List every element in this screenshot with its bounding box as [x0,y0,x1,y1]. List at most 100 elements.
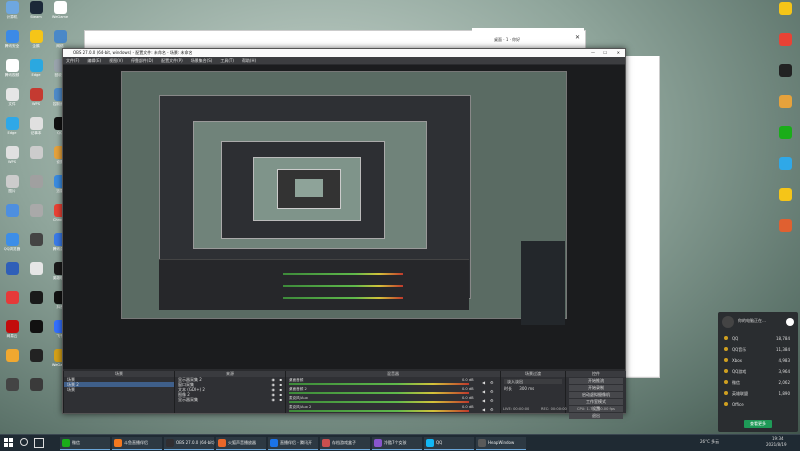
desktop-icon[interactable] [774,188,796,212]
desktop-icon[interactable] [774,2,796,26]
notification-app-icon [724,347,728,351]
menu-item[interactable]: 编辑(E) [87,58,101,63]
control-button[interactable]: 开始推流 [569,378,623,384]
desktop-icon[interactable]: QQ浏览器 [1,233,23,257]
menu-item[interactable]: 配置文件(P) [161,58,183,63]
desktop-icon[interactable] [25,378,47,402]
desktop-icon[interactable] [25,262,47,286]
control-button[interactable]: 开始录制 [569,385,623,391]
taskbar-app-button[interactable]: OBS 27.0.0 (64-bit) [164,437,215,450]
desktop-icon[interactable] [25,175,47,199]
notification-avatar [722,316,734,328]
tray-date[interactable]: 2021/8/19 [766,442,787,447]
desktop-icon[interactable] [1,291,23,315]
duration-value[interactable]: 300 ms [519,386,534,391]
desktop-icon[interactable] [774,219,796,243]
desktop-icon[interactable]: 图片 [1,175,23,199]
desktop-icon[interactable] [25,291,47,315]
transition-duration[interactable]: 时长 300 ms [501,386,565,391]
menu-item[interactable]: 文件(F) [66,58,79,63]
menu-item[interactable]: 工具(T) [220,58,234,63]
desktop-icon[interactable] [1,262,23,286]
eye-icon[interactable]: ◉ [272,397,276,402]
tray-weather[interactable]: 26°C 多云 [700,439,719,445]
control-button[interactable]: 退出 [569,413,623,419]
taskbar-app-button[interactable]: 直播伴侣 - 腾讯开 [268,437,318,450]
taskbar-app-button[interactable]: QQ [424,437,474,450]
desktop-icon[interactable]: 企鹅 [25,30,47,54]
search-icon[interactable] [20,438,28,446]
desktop-icon[interactable]: 网易云 [1,320,23,344]
menu-item[interactable]: 帮助(H) [242,58,256,63]
speaker-icon[interactable]: ◀ [482,380,485,385]
gear-icon[interactable]: ⚙ [490,389,494,394]
taskbar-app-button[interactable]: HeapWindow [476,437,526,450]
desktop-icon[interactable]: Steam [25,1,47,25]
desktop-icon-label: 腾讯视频 [4,73,20,77]
taskbar-app-button[interactable]: 微信 [60,437,110,450]
desktop-icon[interactable] [1,204,23,228]
desktop-icon[interactable] [774,95,796,119]
obs-preview[interactable] [63,65,625,369]
desktop-icon[interactable]: WeGame [49,1,71,25]
taskbar: 微信 斗鱼直播伴侣 OBS 27.0.0 (64-bit) 火狐声音播放器 直播伴侣 -… [0,434,800,451]
source-item[interactable]: 显示器采集 ◉ ▪ [175,397,285,402]
background-window-2[interactable]: 桌面 · 1 · 你好 ✕ [472,28,584,50]
menu-item[interactable]: 场景集合(S) [191,58,213,63]
desktop-icon[interactable] [774,33,796,57]
gear-icon[interactable]: ⚙ [490,380,494,385]
desktop-icon[interactable]: 腾讯安全 [1,30,23,54]
app-icon [5,117,19,130]
speaker-icon[interactable]: ◀ [482,389,485,394]
gear-icon[interactable]: ⚙ [490,398,494,403]
menu-item[interactable]: 视图(V) [109,58,123,63]
view-more-button[interactable]: 查看更多 [744,420,772,428]
speaker-icon[interactable]: ◀ [482,398,485,403]
menu-item[interactable]: 停靠部件(D) [131,58,153,63]
taskbar-app-button[interactable]: 火狐声音播放器 [216,437,266,450]
obs-window[interactable]: OBS 27.0.0 (64-bit, windows) - 配置文件: 未命名… [62,48,626,419]
app-icon [53,1,67,14]
desktop-icon[interactable] [1,349,23,373]
app-icon [29,88,43,101]
taskbar-app-button[interactable]: 存档游戏盒子 [320,437,370,450]
desktop-icon[interactable]: 计算机 [1,1,23,25]
desktop-icon[interactable]: 记事本 [25,117,47,141]
taskbar-app-button[interactable]: 冷酷7个女孩 [372,437,422,450]
desktop-icon[interactable] [25,204,47,228]
tray-time[interactable]: 19:34 [772,436,784,441]
notification-panel[interactable]: 你的电脑正在… QQ 18,784 QQ音乐 11,384 Xbox 4,983 QQ游戏 3… [718,312,798,432]
desktop-icon[interactable] [774,64,796,88]
scene-item[interactable]: 场景 [64,387,174,392]
transition-select[interactable]: 淡入淡出 [504,379,562,384]
desktop-icon[interactable]: 文件 [1,88,23,112]
desktop-icon[interactable] [25,320,47,344]
mixer-dock-title: 混音器 [286,371,500,377]
desktop-icon[interactable] [774,157,796,181]
desktop-icon[interactable] [25,349,47,373]
desktop-icon[interactable]: WPS [1,146,23,170]
desktop-icon[interactable]: 腾讯视频 [1,59,23,83]
app-icon [5,88,19,101]
toggle-switch[interactable] [786,318,794,326]
task-view-icon[interactable] [34,438,44,448]
lock-icon[interactable]: ▪ [279,397,282,402]
desktop-icon[interactable] [25,233,47,257]
control-button[interactable]: 启动虚拟摄像机 [569,392,623,398]
maximize-icon[interactable]: ☐ [603,49,607,57]
source-list: 显示器采集 2 ◉ ▪ 窗口采集 ◉ ▪ 文本 (GDI+) 2 ◉ ▪ 图像 2 ◉ ▪ 显示器采集 ◉… [175,377,285,402]
obs-titlebar[interactable]: OBS 27.0.0 (64-bit, windows) - 配置文件: 未命名… [63,49,625,57]
notification-app-value: 4,983 [778,358,790,363]
desktop-icon[interactable]: Edge [1,117,23,141]
desktop-icon[interactable] [774,126,796,150]
taskbar-app-button[interactable]: 斗鱼直播伴侣 [112,437,162,450]
close-icon[interactable]: ✕ [617,49,620,57]
app-icon [29,59,43,72]
desktop-icon[interactable] [25,146,47,170]
close-icon[interactable]: ✕ [575,34,580,41]
minimize-icon[interactable]: — [591,49,595,57]
desktop-icon[interactable]: WPS [25,88,47,112]
desktop-icon[interactable]: Edge [25,59,47,83]
desktop-icon[interactable] [1,378,23,402]
start-button[interactable] [4,438,13,447]
